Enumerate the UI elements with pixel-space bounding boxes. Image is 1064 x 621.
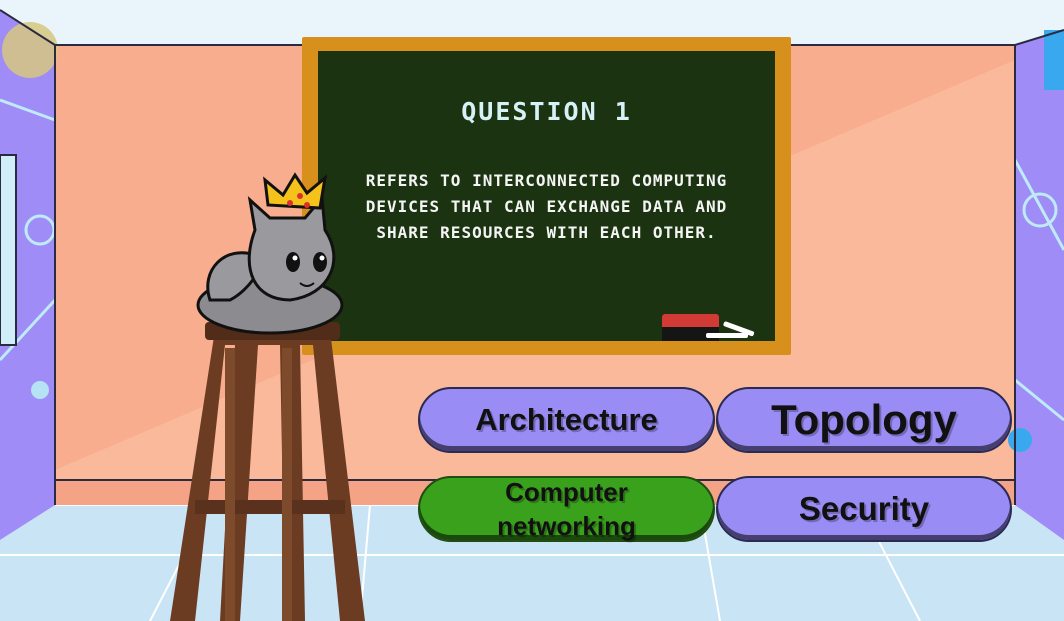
answer-label: Computer networking xyxy=(497,477,636,541)
answer-button-computer-networking[interactable]: Computer networking xyxy=(418,476,715,542)
answer-label: Topology xyxy=(771,396,957,443)
answer-button-architecture[interactable]: Architecture xyxy=(418,387,715,453)
classroom-scene: QUESTION 1 REFERS TO INTERCONNECTED COMP… xyxy=(0,0,1064,621)
answer-button-security[interactable]: Security xyxy=(716,476,1012,542)
chalkboard: QUESTION 1 REFERS TO INTERCONNECTED COMP… xyxy=(302,37,791,355)
answer-label: Security xyxy=(798,490,930,527)
board-tray-items xyxy=(662,314,755,341)
answer-label: Architecture xyxy=(475,402,658,437)
answer-button-topology[interactable]: Topology xyxy=(716,387,1012,453)
right-wall xyxy=(1015,30,1064,540)
chalkboard-surface: QUESTION 1 REFERS TO INTERCONNECTED COMP… xyxy=(318,51,775,341)
